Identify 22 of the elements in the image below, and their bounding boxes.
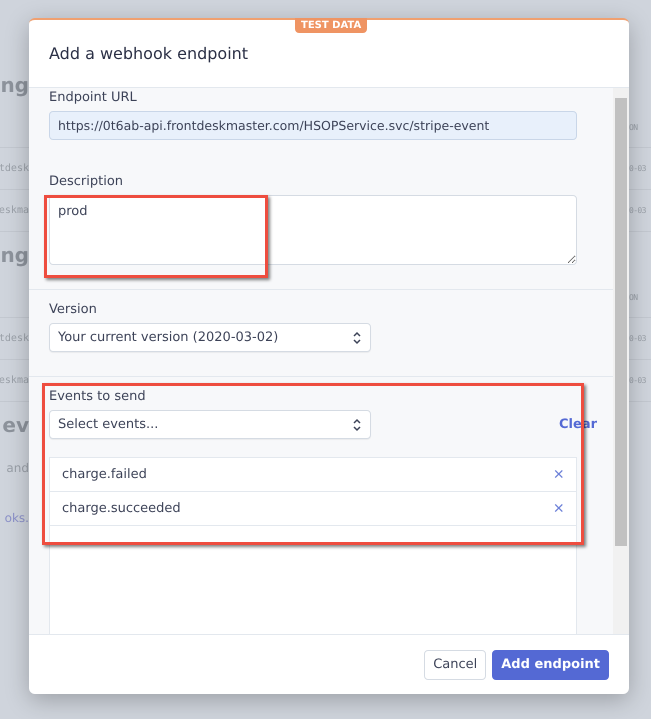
modal-title: Add a webhook endpoint [49,44,248,63]
event-name: charge.failed [62,467,147,482]
remove-button[interactable]: × [553,498,564,519]
description-field[interactable]: prod [49,195,577,265]
scrollbar[interactable] [613,88,629,634]
add-endpoint-button[interactable]: Add endpoint [492,650,609,680]
cancel-button[interactable]: Cancel [424,650,486,680]
field-label: Endpoint URL [49,90,138,105]
field-label: Description [49,174,124,189]
background-text: ev [1,413,29,437]
background-text: ng [0,243,29,267]
event-name: charge.succeeded [62,501,181,516]
chevron-updown-icon [352,330,362,344]
remove-button[interactable]: × [553,464,564,485]
url-field[interactable]: https://0t6ab-api.frontdeskmaster.com/HSOPService.svc/stripe-event [49,111,577,140]
field-label: Events to send [49,389,147,404]
background-text: ng [0,73,29,97]
version-select[interactable]: Your current version (2020-03-02) [49,323,371,352]
field-label: Version [49,302,98,317]
chevron-updown-icon [352,418,362,432]
events-select[interactable]: Select events... [49,410,371,439]
test-data-badge: TEST DATA [295,18,368,33]
